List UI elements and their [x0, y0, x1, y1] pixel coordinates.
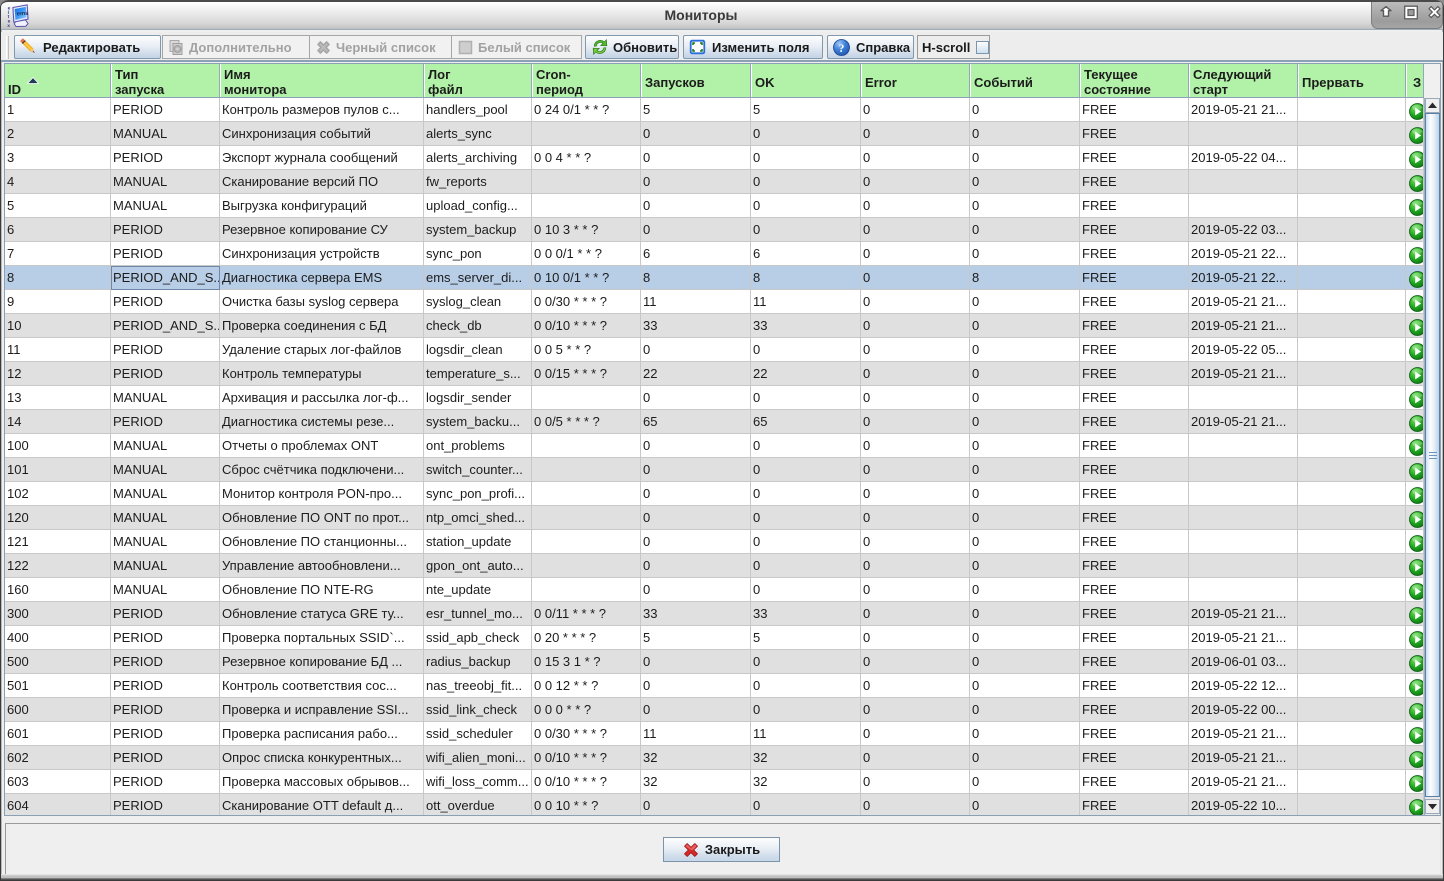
- svg-text:x: x: [7, 24, 10, 28]
- svg-text:?: ?: [839, 43, 845, 55]
